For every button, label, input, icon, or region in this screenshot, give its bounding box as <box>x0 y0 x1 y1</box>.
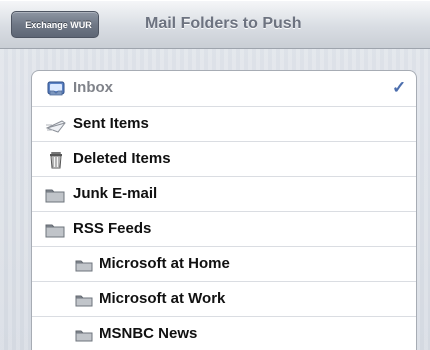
folder-icon <box>75 292 93 308</box>
inbox-icon <box>46 79 66 99</box>
folder-row-inbox[interactable]: Inbox ✓ <box>32 71 416 106</box>
page-title: Mail Folders to Push <box>145 15 302 32</box>
selected-checkmark-icon: ✓ <box>392 78 407 97</box>
folder-label-microsoft-at-home: Microsoft at Home <box>99 255 230 272</box>
folder-label-msnbc-news: MSNBC News <box>99 325 198 342</box>
folder-label-sent-items: Sent Items <box>73 115 149 132</box>
folder-row-rss-feeds[interactable]: RSS Feeds <box>32 211 416 246</box>
folder-list: Inbox ✓ Sent Items Deleted Items Junk E-… <box>31 70 417 350</box>
folder-icon <box>75 327 93 343</box>
folder-row-microsoft-at-home[interactable]: Microsoft at Home <box>32 246 416 281</box>
folder-row-msnbc-news[interactable]: MSNBC News <box>32 316 416 350</box>
folder-icon <box>44 220 65 240</box>
folder-label-junk-email: Junk E-mail <box>73 185 158 202</box>
folder-row-sent-items[interactable]: Sent Items <box>32 106 416 141</box>
folder-row-deleted-items[interactable]: Deleted Items <box>32 141 416 176</box>
folder-label-microsoft-at-work: Microsoft at Work <box>99 290 226 307</box>
mail-folders-screen: Exchange WUR Mail Folders to Push Inbox … <box>0 0 430 350</box>
folder-row-microsoft-at-work[interactable]: Microsoft at Work <box>32 281 416 316</box>
folder-icon <box>75 257 93 273</box>
folder-label-deleted-items: Deleted Items <box>73 150 171 167</box>
folder-label-rss-feeds: RSS Feeds <box>73 220 152 237</box>
exchange-wur-back-button[interactable]: Exchange WUR <box>11 11 99 38</box>
folder-icon <box>44 185 65 205</box>
folder-label-inbox: Inbox <box>73 79 113 96</box>
folder-row-junk-email[interactable]: Junk E-mail <box>32 176 416 211</box>
navigation-bar: Exchange WUR Mail Folders to Push <box>0 0 430 49</box>
trash-icon <box>47 150 67 170</box>
sent-items-icon <box>45 115 66 135</box>
